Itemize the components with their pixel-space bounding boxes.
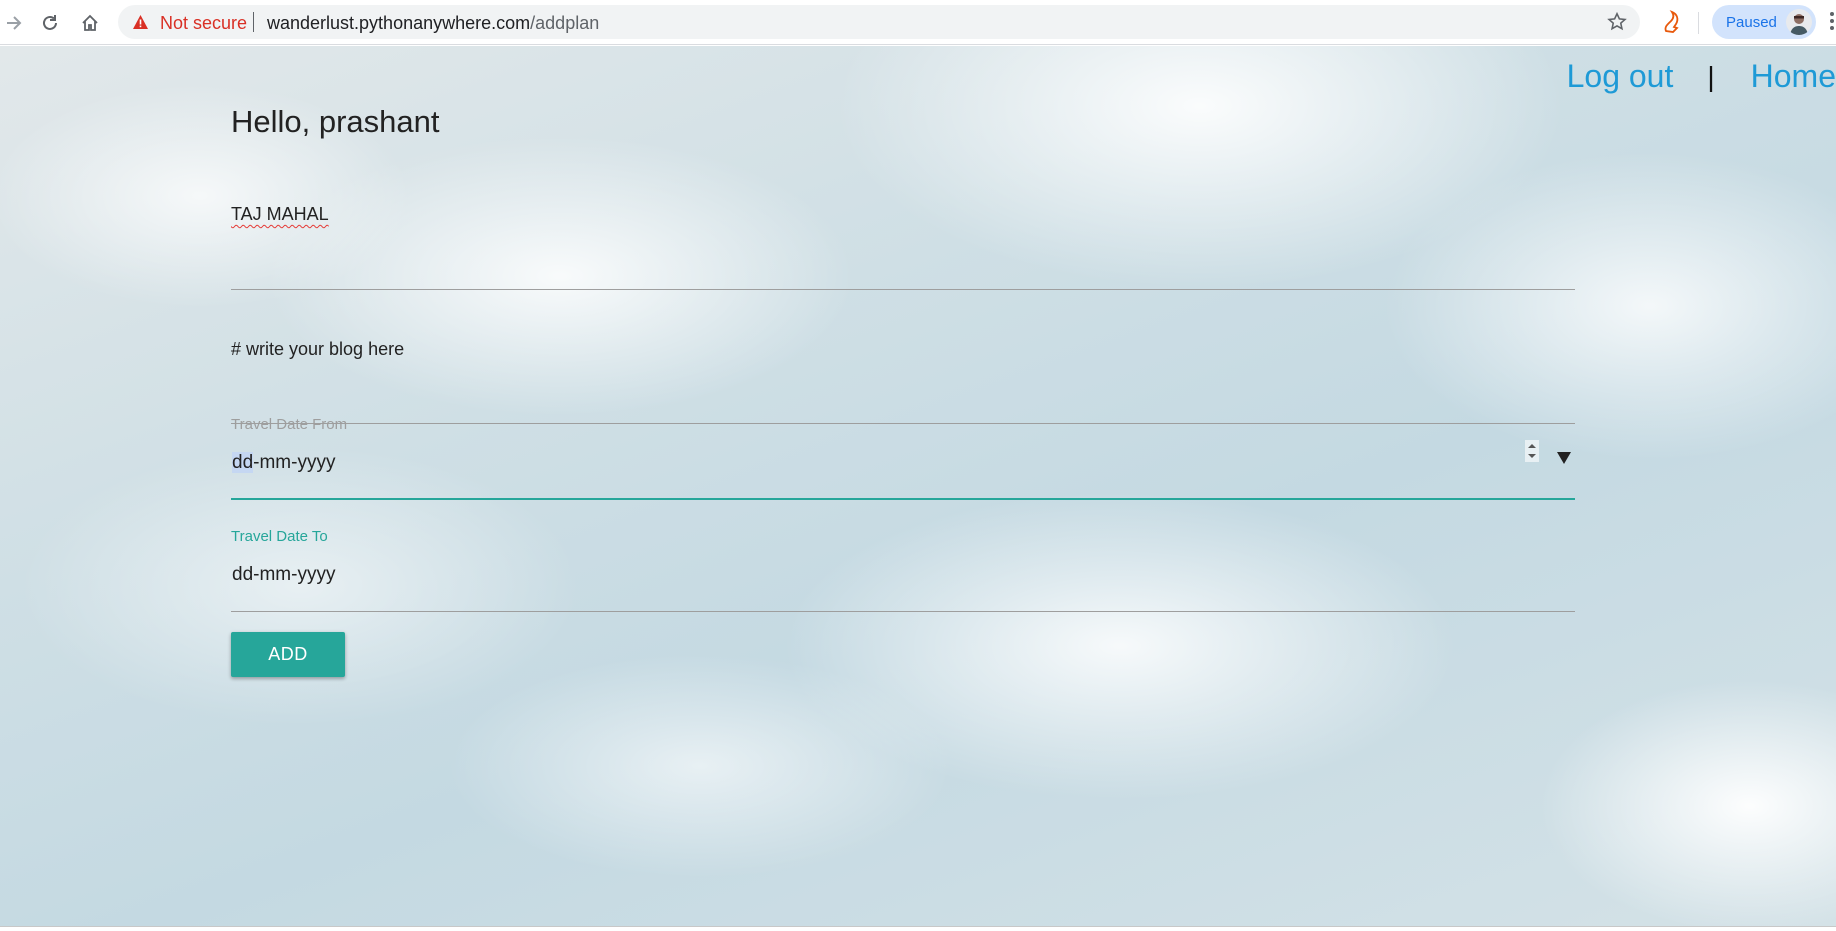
logout-link[interactable]: Log out (1567, 58, 1674, 95)
date-day-segment[interactable]: dd (232, 452, 254, 473)
url-host: wanderlust.pythonanywhere.com (267, 13, 531, 33)
avatar (1786, 9, 1812, 35)
bookmark-star-icon[interactable] (1606, 11, 1628, 33)
place-title-field[interactable]: TAJ MAHAL (231, 184, 1575, 290)
blog-text: # write your blog here (231, 339, 405, 359)
warning-icon (133, 15, 148, 29)
travel-date-to-input[interactable]: dd-mm-yyyy (232, 564, 335, 586)
travel-date-to-field[interactable]: Travel Date To dd-mm-yyyy (231, 528, 1575, 612)
reload-icon[interactable] (36, 9, 64, 37)
spinner-arrows-icon[interactable] (1525, 440, 1539, 462)
date-rest-segment[interactable]: -mm-yyyy (253, 452, 335, 473)
travel-date-from-input[interactable]: dd-mm-yyyy (232, 452, 335, 474)
page-title: Hello, prashant (231, 104, 440, 139)
add-button[interactable]: ADD (231, 632, 345, 677)
home-link[interactable]: Home (1751, 58, 1836, 95)
place-title-value: TAJ MAHAL (231, 204, 329, 224)
forward-arrow-icon[interactable] (0, 9, 28, 37)
travel-date-to-label: Travel Date To (231, 528, 328, 545)
profile-status: Paused (1726, 14, 1777, 31)
profile-button[interactable]: Paused (1712, 5, 1816, 39)
page-content: Log out | Home Hello, prashant TAJ MAHAL… (0, 46, 1836, 926)
toolbar-divider (1698, 12, 1699, 34)
calendar-dropdown-icon[interactable] (1557, 452, 1571, 464)
extension-icon[interactable] (1659, 9, 1683, 35)
address-bar[interactable]: Not secure wanderlust.pythonanywhere.com… (118, 5, 1640, 39)
url-text[interactable]: wanderlust.pythonanywhere.com/addplan (267, 13, 599, 34)
url-path: /addplan (530, 13, 600, 33)
home-icon[interactable] (76, 9, 104, 37)
top-nav: Log out | Home (1567, 58, 1836, 95)
kebab-menu-icon[interactable] (1828, 12, 1836, 34)
security-status[interactable]: Not secure (160, 13, 247, 34)
page-bottom-edge (0, 926, 1836, 931)
travel-date-from-label: Travel Date From (231, 416, 348, 433)
blog-textarea[interactable]: # write your blog here (231, 290, 1575, 424)
omnibox-divider (253, 12, 254, 32)
nav-separator: | (1707, 60, 1715, 92)
browser-toolbar: Not secure wanderlust.pythonanywhere.com… (0, 0, 1836, 45)
travel-date-from-field[interactable]: Travel Date From dd-mm-yyyy (231, 416, 1575, 500)
